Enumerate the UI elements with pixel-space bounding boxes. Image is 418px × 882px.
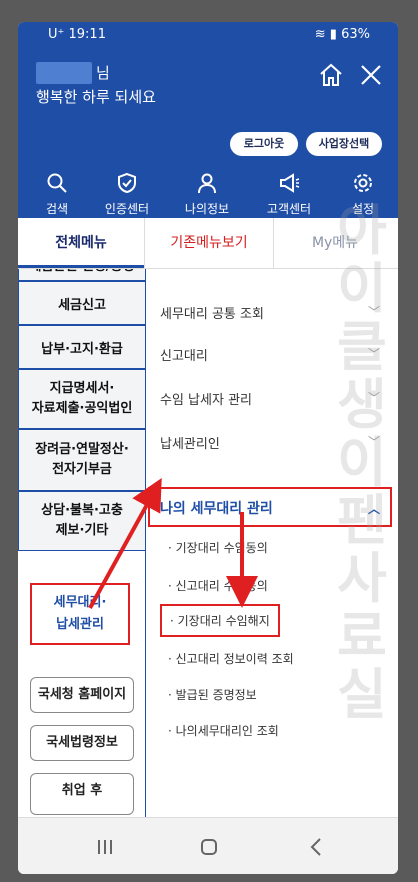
quick-auth-label: 인증센터	[104, 202, 150, 216]
tax-law-info-link[interactable]: 국세법령정보	[30, 725, 134, 761]
after-employment-link[interactable]: 취업 후	[30, 773, 134, 815]
home-nav-icon[interactable]	[194, 832, 224, 862]
chevron-down-icon: ﹀	[367, 347, 380, 361]
quick-customer-center[interactable]: 고객센터	[254, 172, 324, 217]
tab-basic-menu[interactable]: 기존메뉴보기	[144, 218, 274, 268]
menu-item-filing-agent[interactable]: 신고대리 ﹀	[160, 345, 380, 364]
submenu-bookkeeping-termination[interactable]: · 기장대리 수임해지	[160, 604, 280, 637]
shield-check-icon	[118, 172, 136, 194]
submenu-filing-history[interactable]: · 신고대리 정보이력 조회	[168, 650, 294, 667]
chevron-down-icon: ﹀	[367, 435, 380, 449]
gear-icon	[354, 174, 372, 192]
user-name-blurred	[36, 62, 92, 84]
select-business-button[interactable]: 사업장선택	[306, 132, 382, 156]
quick-search-label: 검색	[45, 202, 69, 216]
submenu-panel: 세무대리 공통 조회 ﹀ 신고대리 ﹀ 수임 납세자 관리 ﹀ 납세관리인 ﹀ 나의 세…	[146, 269, 398, 817]
quick-auth-center[interactable]: 인증센터	[92, 172, 162, 217]
menu-item-client-management[interactable]: 수임 납세자 관리 ﹀	[160, 389, 380, 408]
system-nav-bar	[18, 817, 398, 874]
wifi-icon: ≋ ▮	[314, 27, 337, 42]
quick-settings[interactable]: 설정	[328, 172, 398, 217]
greeting-suffix: 님	[96, 64, 110, 82]
person-icon	[198, 173, 216, 194]
tab-all-menu[interactable]: 전체메뉴	[18, 218, 144, 268]
quick-my-info-label: 나의정보	[184, 202, 230, 216]
greeting-text: 행복한 하루 되세요	[36, 88, 156, 106]
back-icon[interactable]	[302, 832, 332, 862]
submenu-filing-consent[interactable]: · 신고대리 수임동의	[168, 577, 268, 594]
submenu-my-tax-agent-inquiry[interactable]: · 나의세무대리인 조회	[168, 722, 279, 739]
search-icon	[47, 173, 67, 193]
category-item[interactable]: 장려금·연말정산· 전자기부금	[18, 429, 145, 491]
category-sidebar: 세금관련 신청/증명 세금신고 납부·고지·환급 지급명세서· 자료제출·공익법…	[18, 269, 146, 817]
home-icon[interactable]	[316, 60, 346, 90]
quick-search[interactable]: 검색	[22, 172, 92, 217]
category-item-tax-agent[interactable]: 세무대리· 납세관리	[30, 583, 130, 645]
category-item[interactable]: 세금신고	[18, 281, 145, 325]
chevron-up-icon: ︿	[367, 502, 380, 516]
app-header: 님 행복한 하루 되세요 로그아웃 사업장선택 검색 인증센터 나의정보 고객센…	[18, 48, 398, 218]
submenu-issued-certificates[interactable]: · 발급된 증명정보	[168, 686, 257, 703]
menu-item-my-tax-agent[interactable]: 나의 세무대리 관리 ︿	[148, 487, 392, 527]
megaphone-icon	[280, 173, 300, 193]
tab-my-menu[interactable]: My메뉴	[272, 218, 398, 268]
menu-item-common-inquiry[interactable]: 세무대리 공통 조회 ﹀	[160, 303, 380, 322]
menu-tabs: 전체메뉴 기존메뉴보기 My메뉴	[18, 218, 398, 269]
status-bar: U⁺ 19:11 ≋ ▮ 63%	[18, 22, 398, 48]
quick-my-info[interactable]: 나의정보	[172, 172, 242, 217]
logout-button[interactable]: 로그아웃	[230, 132, 298, 156]
category-item[interactable]: 세금관련 신청/증명	[18, 269, 145, 281]
quick-settings-label: 설정	[351, 202, 375, 216]
category-item[interactable]: 납부·고지·환급	[18, 325, 145, 369]
recent-apps-icon[interactable]	[90, 832, 120, 862]
chevron-down-icon: ﹀	[367, 305, 380, 319]
chevron-down-icon: ﹀	[367, 391, 380, 405]
category-item[interactable]: 지급명세서· 자료제출·공익법인	[18, 369, 145, 429]
close-icon[interactable]	[356, 60, 386, 90]
submenu-bookkeeping-consent[interactable]: · 기장대리 수임동의	[168, 539, 268, 556]
category-item[interactable]: 상담·불복·고충 제보·기타	[18, 491, 145, 551]
battery-level: ≋ ▮ 63%	[314, 27, 370, 42]
status-time: U⁺ 19:11	[48, 27, 106, 42]
nts-homepage-link[interactable]: 국세청 홈페이지	[30, 677, 134, 713]
menu-item-tax-administrator[interactable]: 납세관리인 ﹀	[160, 433, 380, 452]
quick-customer-label: 고객센터	[266, 202, 312, 216]
phone-screen: U⁺ 19:11 ≋ ▮ 63% 님 행복한 하루 되세요 로그아웃 사업장선택…	[18, 22, 398, 874]
